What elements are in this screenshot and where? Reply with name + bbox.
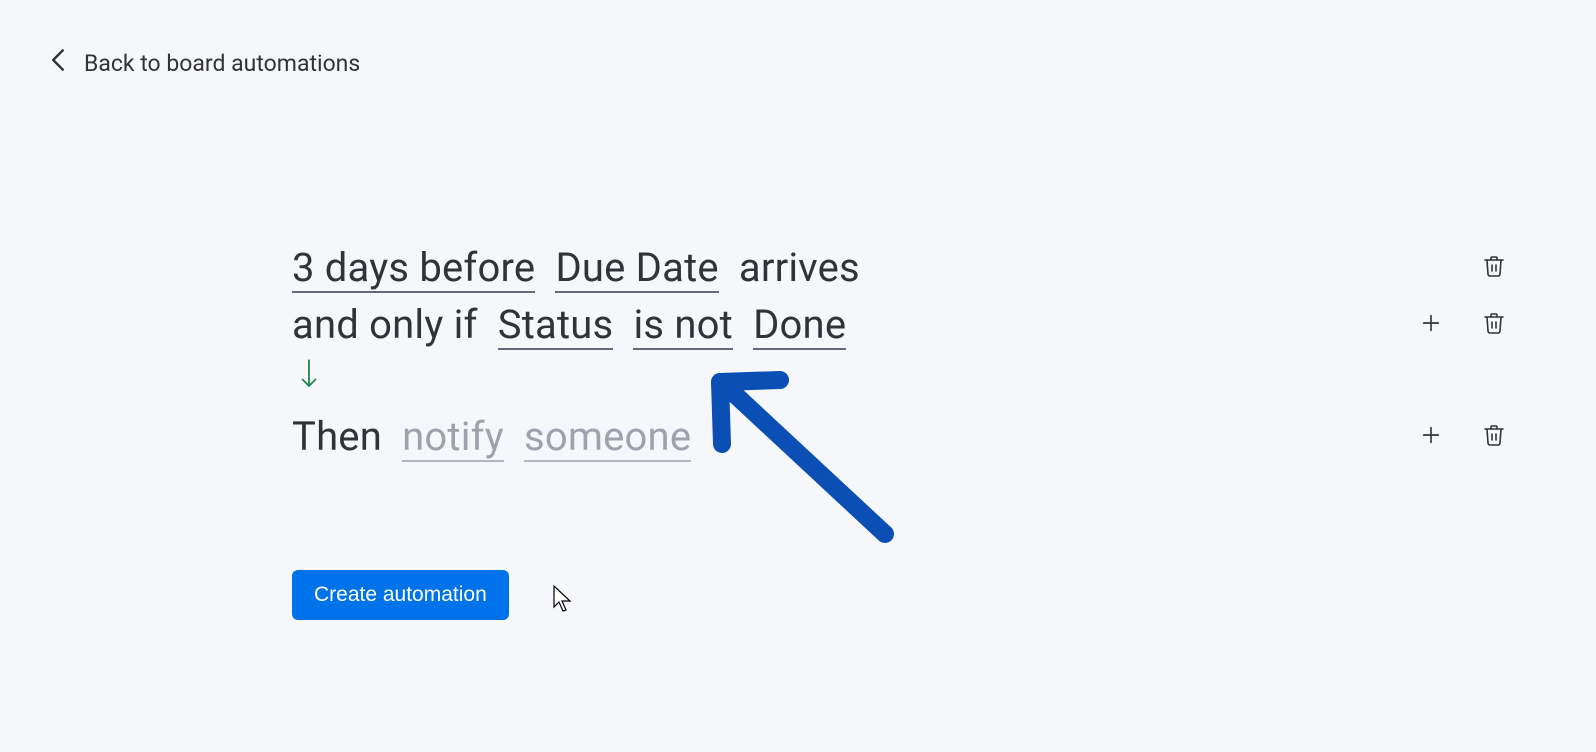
trigger-suffix: arrives xyxy=(739,244,860,291)
add-action-button[interactable] xyxy=(1420,424,1442,449)
cursor-icon xyxy=(552,585,574,617)
arrow-down-icon xyxy=(298,358,1506,399)
action-verb[interactable]: notify xyxy=(402,413,504,462)
delete-trigger-button[interactable] xyxy=(1482,253,1506,282)
trash-icon xyxy=(1482,422,1506,451)
trash-icon xyxy=(1482,310,1506,339)
action-target[interactable]: someone xyxy=(524,413,691,462)
delete-condition-button[interactable] xyxy=(1482,310,1506,339)
plus-icon xyxy=(1420,424,1442,449)
action-row: Then notify someone xyxy=(292,413,1506,460)
condition-value[interactable]: Done xyxy=(753,301,846,350)
back-link[interactable]: Back to board automations xyxy=(50,48,360,78)
action-prefix: Then xyxy=(292,413,382,460)
back-label: Back to board automations xyxy=(84,50,360,77)
automation-sentence: 3 days before Due Date arrives and only … xyxy=(292,244,1506,466)
add-condition-button[interactable] xyxy=(1420,312,1442,337)
plus-icon xyxy=(1420,312,1442,337)
chevron-left-icon xyxy=(50,48,66,78)
trigger-date-field[interactable]: Due Date xyxy=(555,244,718,293)
trigger-time-amount[interactable]: 3 days before xyxy=(292,244,535,293)
condition-row: and only if Status is not Done xyxy=(292,301,1506,348)
condition-operator[interactable]: is not xyxy=(633,301,732,350)
delete-action-button[interactable] xyxy=(1482,422,1506,451)
trash-icon xyxy=(1482,253,1506,282)
trigger-row: 3 days before Due Date arrives xyxy=(292,244,1506,291)
condition-prefix: and only if xyxy=(292,301,478,348)
condition-field[interactable]: Status xyxy=(498,301,614,350)
create-automation-button[interactable]: Create automation xyxy=(292,570,509,620)
